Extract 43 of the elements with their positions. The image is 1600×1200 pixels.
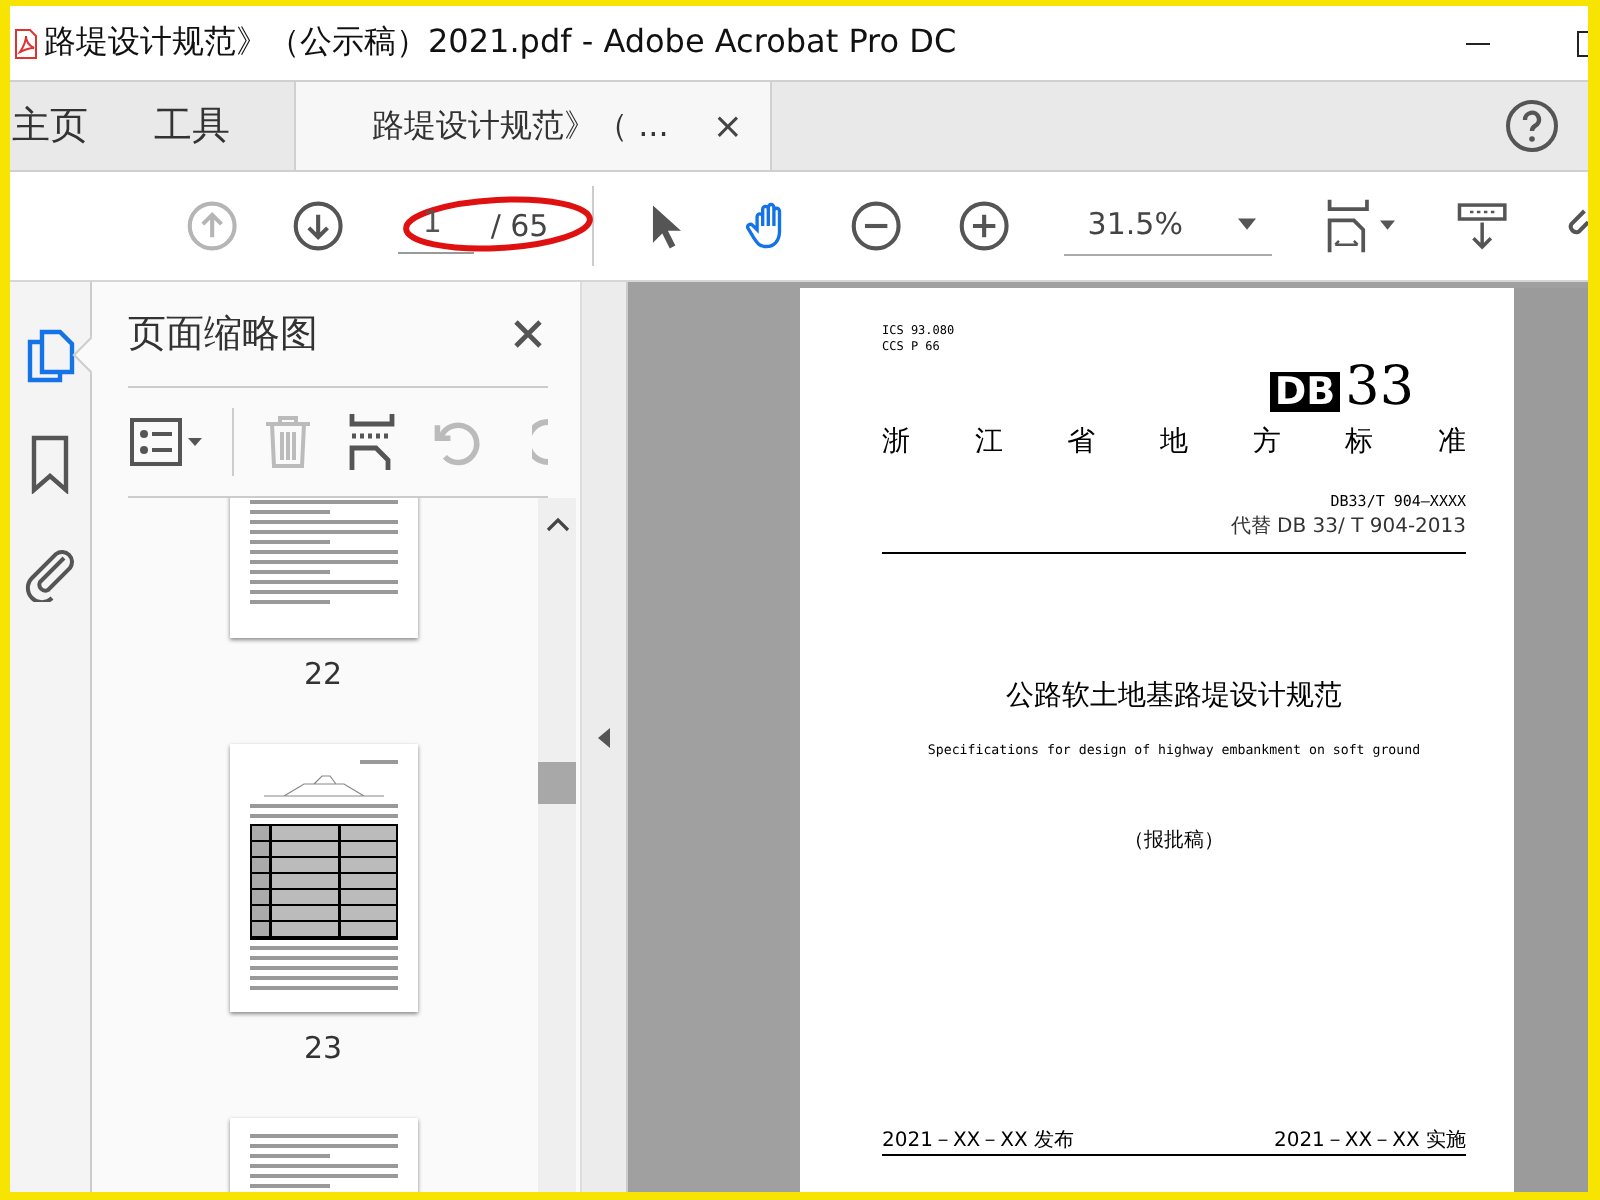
standard-type-character: 方 <box>1252 424 1281 460</box>
page-number-label: 22 <box>303 656 343 692</box>
page-number-field[interactable]: 1 <box>398 198 475 254</box>
standard-type-character: 标 <box>1345 424 1374 460</box>
maximize-icon[interactable] <box>1576 29 1588 57</box>
page-thumbnail[interactable] <box>229 498 417 638</box>
page-thumbnail[interactable] <box>229 744 417 1012</box>
zoom-in-icon[interactable] <box>957 198 1010 254</box>
standard-type-character: 浙 <box>882 424 910 460</box>
replaces-note: 代替 DB 33/ T 904-2013 <box>1228 513 1466 540</box>
zoom-out-icon[interactable] <box>850 198 904 254</box>
nav-tab[interactable]: 工具 <box>152 82 258 170</box>
collapse-panel-icon[interactable] <box>598 727 610 747</box>
nav-tab[interactable]: 主页 <box>10 82 116 170</box>
standard-type-character: 省 <box>1067 424 1096 460</box>
pages-icon[interactable] <box>24 326 76 386</box>
caret-icon <box>1238 217 1257 229</box>
page-number-label: 23 <box>303 1030 343 1066</box>
draft-status: （报批稿） <box>1122 827 1226 854</box>
panel-title: 页面缩略图 <box>128 310 318 360</box>
standard-type-character: 地 <box>1159 424 1188 460</box>
db-logo-letters: DB <box>1270 372 1340 412</box>
release-date: 2021－XX－XX 发布 <box>882 1128 1075 1154</box>
zoom-dropdown[interactable]: 31.5% <box>1063 197 1273 255</box>
window-title: 路堤设计规范》（公示稿）2021.pdf - Adobe Acrobat Pro DC <box>44 22 957 64</box>
scroll-mode-icon[interactable] <box>1455 198 1508 254</box>
page-count: / 65 <box>490 208 549 244</box>
next-page-icon[interactable] <box>292 198 345 254</box>
db-logo-number: 33 <box>1345 364 1414 412</box>
page-fit-icon[interactable] <box>1324 198 1400 254</box>
close-tab-button[interactable]: × <box>712 105 743 147</box>
scrollbar[interactable] <box>538 498 576 1192</box>
implement-date: 2021－XX－XX 实施 <box>1273 1127 1466 1154</box>
standard-type-character: 江 <box>974 424 1003 460</box>
insert-page-icon[interactable] <box>346 414 398 470</box>
document-tab[interactable]: 路堤设计规范》（ ... × <box>294 82 773 170</box>
document-title: 公路软土地基路堤设计规范 <box>1004 678 1344 714</box>
close-icon[interactable] <box>512 318 544 350</box>
list-options-icon[interactable] <box>128 416 204 468</box>
standard-type-character: 准 <box>1437 424 1466 460</box>
help-icon[interactable] <box>1504 98 1560 154</box>
scroll-up-icon[interactable] <box>545 516 569 532</box>
scrollbar-thumb[interactable] <box>538 762 576 804</box>
